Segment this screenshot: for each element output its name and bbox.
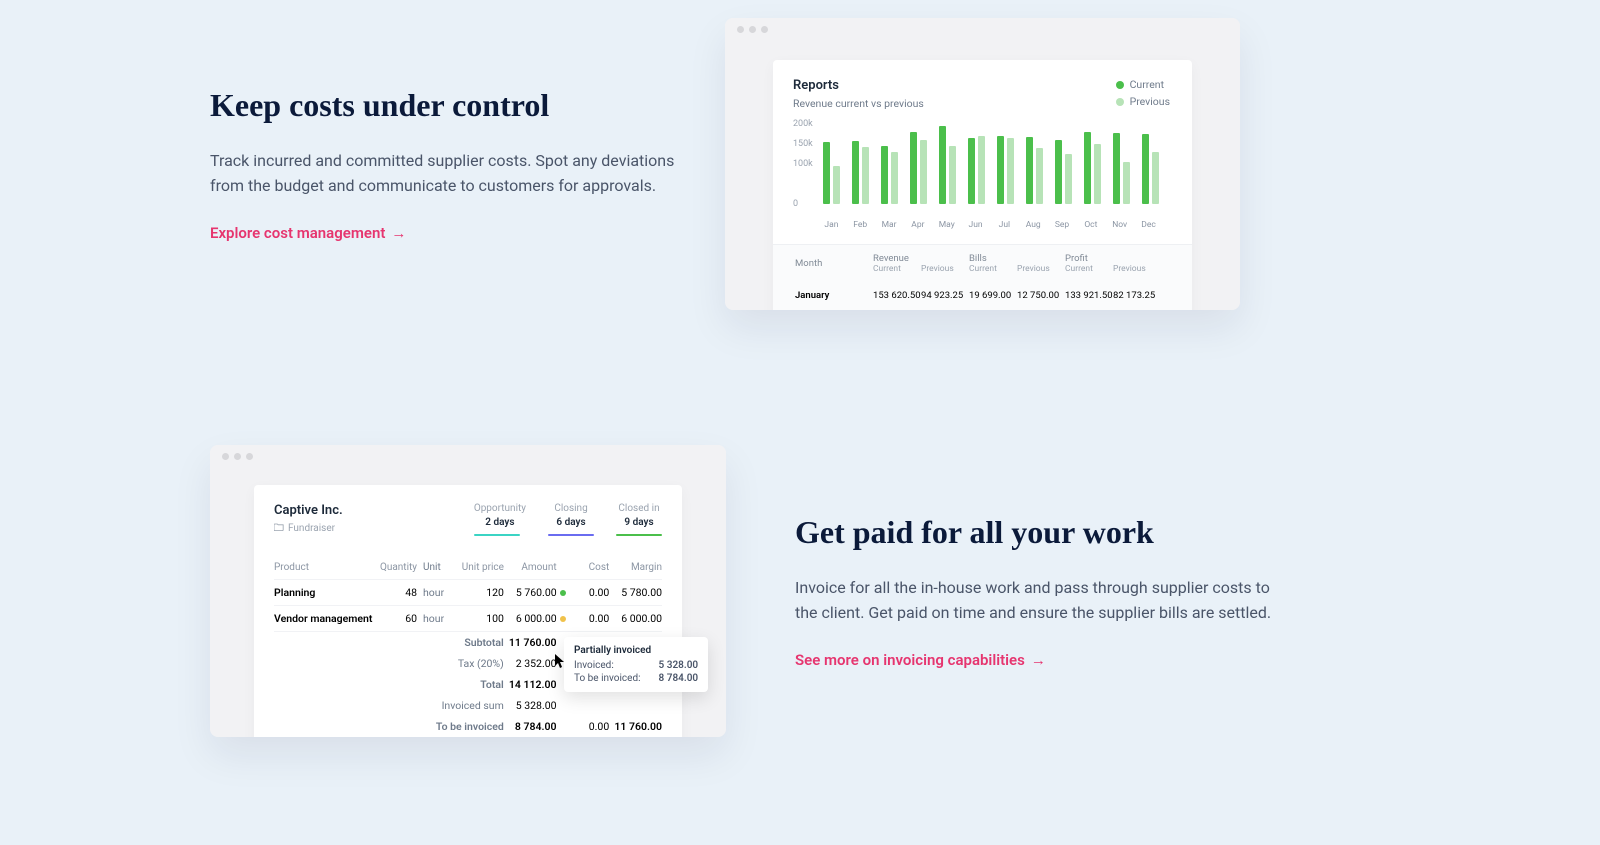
quote-window: Captive Inc. Fundraiser Opportunity2 day…	[210, 445, 726, 737]
xlabel: Oct	[1082, 220, 1099, 230]
xlabel: Dec	[1140, 220, 1157, 230]
tooltip-row: To be invoiced:8 784.00	[574, 673, 698, 684]
col-profit-current: Current	[1065, 264, 1113, 274]
cursor-icon	[554, 653, 566, 673]
section2-heading: Get paid for all your work	[795, 512, 1295, 552]
explore-cost-link-label: Explore cost management	[210, 224, 385, 242]
bar-previous	[1065, 154, 1072, 204]
status-dot-icon	[560, 590, 566, 596]
section1-heading: Keep costs under control	[210, 85, 710, 125]
tooltip-row: Invoiced:5 328.00	[574, 660, 698, 671]
col-rev-previous: Previous	[921, 264, 969, 274]
xlabel: May	[938, 220, 955, 230]
window-titlebar	[210, 445, 726, 467]
bar-current	[823, 142, 830, 204]
ytick: 100k	[793, 159, 813, 169]
xlabel: Feb	[852, 220, 869, 230]
hdr-unit: Unit	[417, 562, 449, 573]
summary-row: Invoiced sum5 328.00	[274, 695, 662, 716]
bar-current	[910, 132, 917, 204]
col-profit-previous: Previous	[1113, 264, 1161, 274]
bar-current	[1055, 140, 1062, 204]
hdr-cost: Cost	[570, 562, 610, 573]
hdr-qty: Quantity	[378, 562, 418, 573]
bar-previous	[949, 146, 956, 204]
bar-current	[881, 146, 888, 204]
legend-label-previous: Previous	[1130, 95, 1170, 108]
ytick: 150k	[793, 139, 813, 149]
bar-current	[1084, 132, 1091, 204]
invoice-tooltip: Partially invoiced Invoiced:5 328.00 To b…	[564, 637, 708, 692]
bar-current	[852, 141, 859, 204]
legend-label-current: Current	[1130, 78, 1164, 91]
stage: Closing6 days	[548, 503, 594, 536]
bar-previous	[862, 147, 869, 204]
stages: Opportunity2 days Closing6 days Closed in9…	[474, 503, 662, 536]
bar-current	[1026, 137, 1033, 204]
col-bills-current: Current	[969, 264, 1017, 274]
explore-cost-link[interactable]: Explore cost management →	[210, 224, 406, 242]
bar-current	[968, 138, 975, 204]
legend-dot-current	[1116, 81, 1124, 89]
tooltip-title: Partially invoiced	[574, 645, 698, 656]
summary-row: To be invoiced8 784.000.0011 760.00	[274, 716, 662, 737]
legend-dot-previous	[1116, 98, 1124, 106]
quote-line: Vendor management60hour1006 000.000.006 …	[274, 606, 662, 632]
quote-line: Planning48hour1205 760.000.005 780.00	[274, 580, 662, 606]
client-name: Captive Inc.	[274, 503, 343, 518]
bar-previous	[1007, 138, 1014, 204]
invoicing-link-label: See more on invoicing capabilities	[795, 651, 1025, 669]
col-bills: Bills	[969, 253, 1017, 264]
col-profit: Profit	[1065, 253, 1113, 264]
bar-previous	[1152, 152, 1159, 204]
hdr-amount: Amount	[504, 562, 557, 573]
chart-xlabels: Jan Feb Mar Apr May Jun Jul Aug Sep Oct Nov Dec	[823, 220, 1157, 230]
client-sub: Fundraiser	[288, 523, 335, 534]
table-row: January153 620.5094 923.2519 699.0012 75…	[773, 282, 1192, 309]
stage: Closed in9 days	[616, 503, 662, 536]
bar-previous	[920, 140, 927, 204]
bar-current	[939, 126, 946, 204]
hdr-product: Product	[274, 562, 378, 573]
bar-previous	[978, 136, 985, 204]
revenue-chart: 200k150k100k0	[823, 124, 1157, 216]
status-dot-icon	[560, 616, 566, 622]
hdr-margin: Margin	[609, 562, 662, 573]
stage: Opportunity2 days	[474, 503, 526, 536]
col-revenue: Revenue	[873, 253, 921, 264]
xlabel: Sep	[1054, 220, 1071, 230]
ytick: 0	[793, 199, 798, 209]
xlabel: Nov	[1111, 220, 1128, 230]
col-rev-current: Current	[873, 264, 921, 274]
bar-previous	[1036, 148, 1043, 204]
section2-body: Invoice for all the in-house work and pa…	[795, 576, 1275, 626]
bar-current	[997, 136, 1004, 204]
xlabel: Apr	[909, 220, 926, 230]
ytick: 200k	[793, 119, 813, 129]
invoicing-link[interactable]: See more on invoicing capabilities →	[795, 651, 1046, 669]
xlabel: Jan	[823, 220, 840, 230]
xlabel: Aug	[1025, 220, 1042, 230]
col-month: Month	[795, 258, 873, 269]
section1-body: Track incurred and committed supplier co…	[210, 149, 690, 199]
bar-previous	[833, 166, 840, 204]
folder-icon	[274, 522, 284, 534]
window-titlebar	[725, 18, 1240, 40]
bar-current	[1113, 133, 1120, 204]
arrow-right-icon: →	[391, 224, 406, 242]
bar-current	[1142, 134, 1149, 204]
arrow-right-icon: →	[1031, 651, 1046, 669]
hdr-unitprice: Unit price	[449, 562, 504, 573]
bar-previous	[1123, 162, 1130, 204]
xlabel: Jun	[967, 220, 984, 230]
xlabel: Jul	[996, 220, 1013, 230]
reports-window: Reports Revenue current vs previous Curr…	[725, 18, 1240, 310]
table-row: February157 420.00142 350.0022 050.0017 …	[773, 309, 1192, 310]
bar-previous	[1094, 144, 1101, 204]
xlabel: Mar	[881, 220, 898, 230]
chart-legend: Current Previous	[1116, 78, 1170, 112]
col-bills-previous: Previous	[1017, 264, 1065, 274]
reports-table: Month RevenueCurrent Previous BillsCurre…	[773, 244, 1192, 310]
bar-previous	[891, 152, 898, 204]
